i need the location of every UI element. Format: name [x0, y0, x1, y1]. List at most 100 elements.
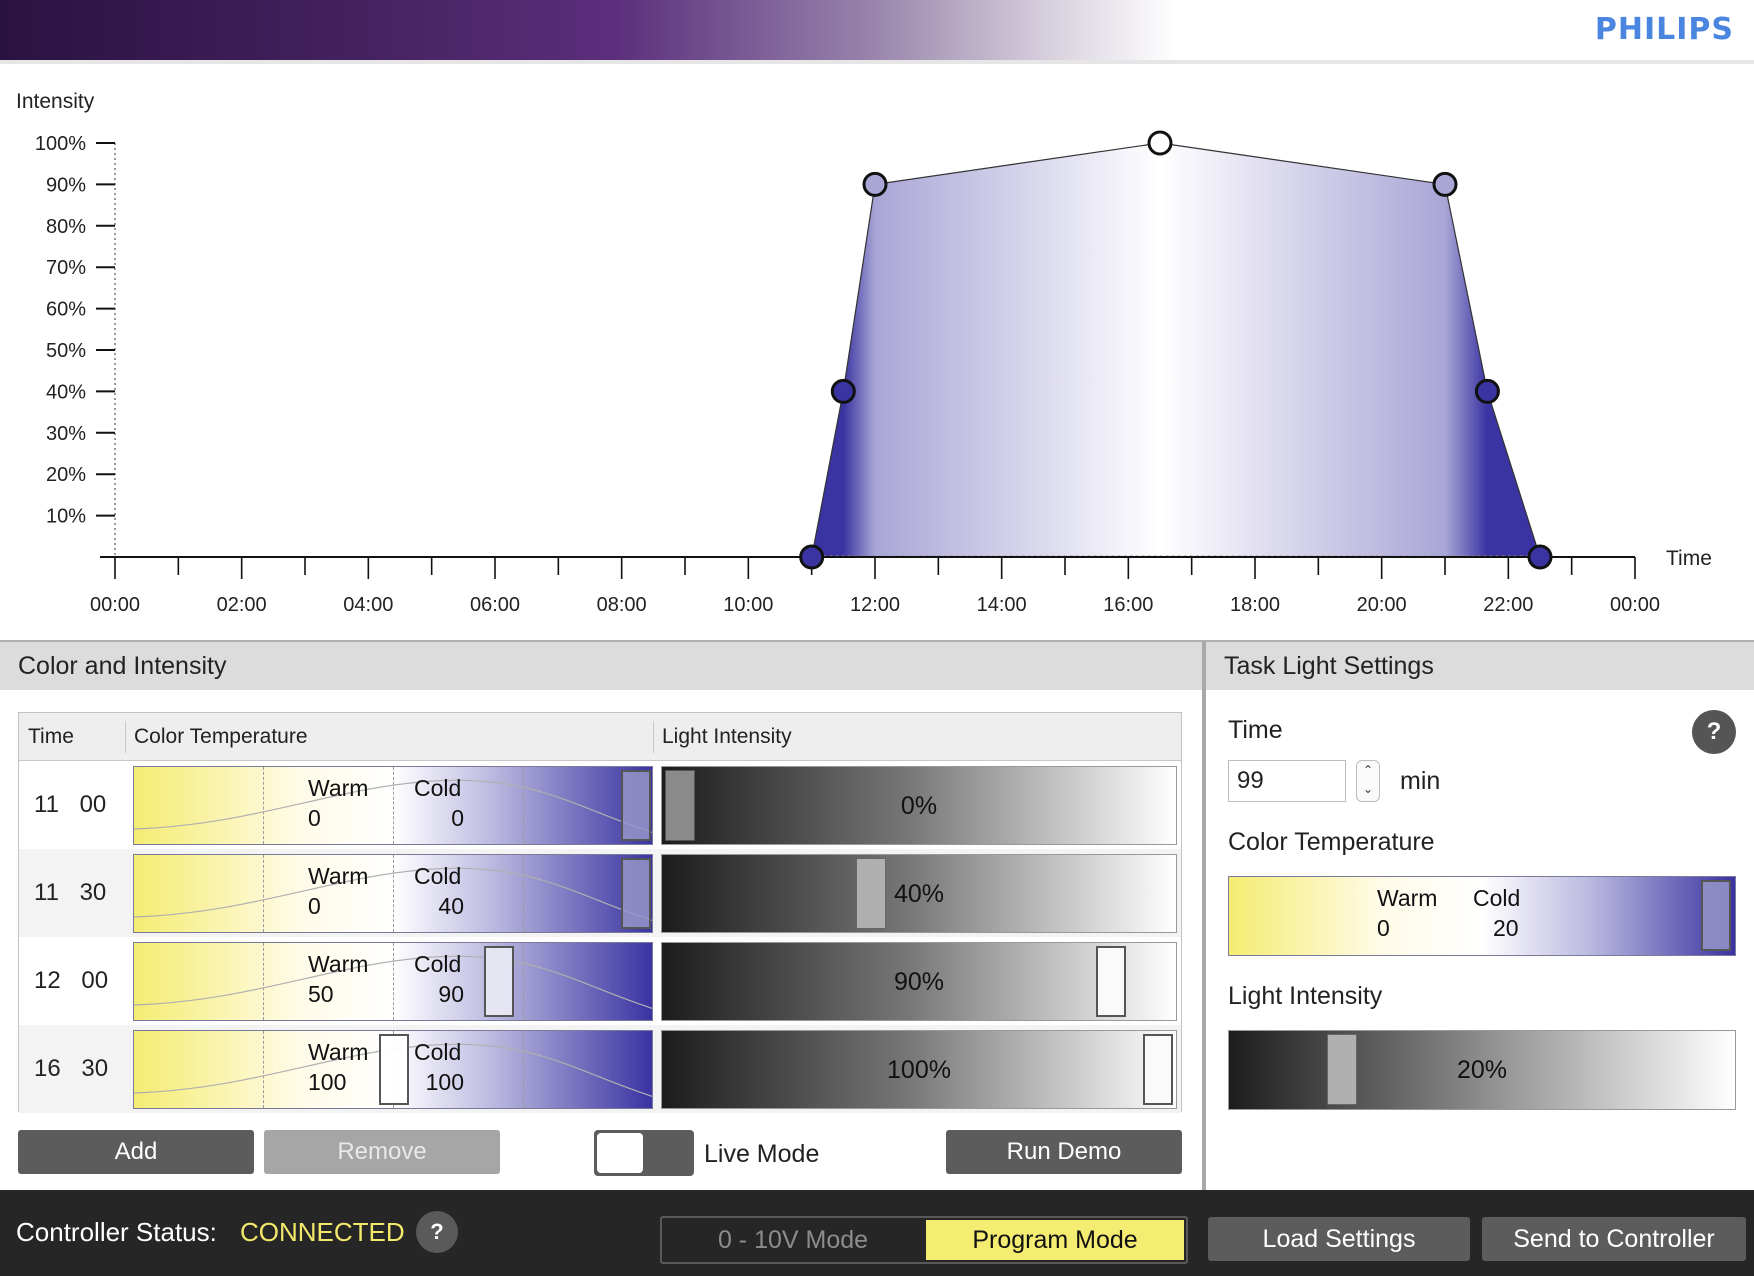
color-temperature-slider[interactable]: Warm 0 Cold 40 — [133, 854, 653, 933]
help-icon[interactable]: ? — [416, 1211, 458, 1253]
x-tick-label: 12:00 — [850, 594, 900, 616]
table-row[interactable]: 11 30 Warm 0 Cold 40 40% — [19, 849, 1181, 937]
color-temperature-slider[interactable]: Warm 0 Cold 0 — [133, 766, 653, 845]
color-intensity-panel: Color and Intensity Time Color Temperatu… — [0, 640, 1202, 1190]
y-tick-label: 70% — [46, 257, 86, 279]
control-point[interactable] — [830, 378, 856, 404]
toggle-knob — [597, 1133, 643, 1173]
temperature-curve — [134, 867, 652, 921]
row-time[interactable]: 12 00 — [34, 937, 108, 1025]
table-row[interactable]: 16 30 Warm 100 Cold 100 100% — [19, 1025, 1181, 1113]
control-point[interactable] — [1527, 544, 1553, 570]
time-label: Time — [1228, 716, 1283, 744]
cold-value: 40 — [438, 893, 464, 919]
help-icon[interactable]: ? — [1692, 710, 1736, 754]
x-tick-label: 20:00 — [1357, 594, 1407, 616]
time-input[interactable]: 99 — [1228, 760, 1346, 802]
light-intensity-slider[interactable]: 40% — [661, 854, 1177, 933]
time-unit: min — [1400, 767, 1441, 795]
warm-label: Warm — [308, 951, 369, 977]
controller-status-label: Controller Status: — [16, 1217, 217, 1247]
y-tick-label: 30% — [46, 423, 86, 445]
light-intensity-slider[interactable]: 100% — [661, 1030, 1177, 1109]
time-stepper[interactable]: ⌃ ⌄ — [1356, 760, 1380, 802]
schedule-table: Time Color Temperature Light Intensity 1… — [18, 712, 1182, 1113]
warm-value: 0 — [308, 893, 321, 919]
mode-segmented-control[interactable]: 0 - 10V Mode Program Mode — [660, 1216, 1188, 1264]
color-temperature-slider[interactable]: Warm 100 Cold 100 — [133, 1030, 653, 1109]
table-row[interactable]: 12 00 Warm 50 Cold 90 90% — [19, 937, 1181, 1025]
mode-10v-button[interactable]: 0 - 10V Mode — [664, 1220, 922, 1260]
slider-thumb[interactable] — [621, 770, 651, 841]
y-tick-label: 10% — [46, 506, 86, 528]
load-settings-button[interactable]: Load Settings — [1208, 1217, 1470, 1261]
light-intensity-slider[interactable]: 0% — [661, 766, 1177, 845]
live-mode-toggle[interactable] — [594, 1130, 694, 1176]
control-point[interactable] — [799, 544, 825, 570]
row-time[interactable]: 11 00 — [34, 761, 106, 849]
intensity-schedule-chart[interactable]: 10% 20% 30% 40% 50% 60% 70% 80% 90% 100% Intensity… — [0, 64, 1754, 640]
temperature-curve — [134, 955, 652, 1009]
stepper-up-icon[interactable]: ⌃ — [1357, 761, 1379, 780]
row-time[interactable]: 16 30 — [34, 1025, 108, 1113]
table-header: Time Color Temperature Light Intensity — [19, 713, 1181, 761]
temperature-curve — [134, 779, 652, 833]
column-header-light-intensity[interactable]: Light Intensity — [653, 713, 792, 761]
slider-thumb[interactable] — [621, 858, 651, 929]
slider-thumb[interactable] — [379, 1034, 409, 1105]
cold-value: 0 — [451, 805, 464, 831]
cold-value: 20 — [1493, 915, 1519, 941]
stepper-down-icon[interactable]: ⌄ — [1357, 780, 1379, 799]
y-tick-label: 60% — [46, 299, 86, 321]
control-point[interactable] — [1432, 171, 1458, 197]
panel-title: Task Light Settings — [1206, 642, 1754, 690]
live-mode-label: Live Mode — [704, 1140, 820, 1168]
slider-thumb[interactable] — [484, 946, 514, 1017]
task-light-settings-panel: Task Light Settings Time ? 99 ⌃ ⌄ min Co… — [1202, 640, 1754, 1190]
y-tick-label: 20% — [46, 464, 86, 486]
warm-label: Warm — [308, 775, 369, 801]
mode-program-button[interactable]: Program Mode — [926, 1220, 1184, 1260]
column-header-color-temperature[interactable]: Color Temperature — [125, 713, 308, 761]
warm-value: 0 — [308, 805, 321, 831]
color-temperature-label: Color Temperature — [1228, 828, 1435, 856]
slider-thumb[interactable] — [1701, 880, 1731, 951]
light-intensity-label: Light Intensity — [1228, 982, 1383, 1010]
run-demo-button[interactable]: Run Demo — [946, 1130, 1182, 1174]
cold-label: Cold — [414, 863, 462, 889]
warm-label: Warm — [308, 863, 369, 889]
row-time[interactable]: 11 30 — [34, 849, 106, 937]
x-tick-label: 16:00 — [1103, 594, 1153, 616]
x-tick-label: 22:00 — [1483, 594, 1533, 616]
intensity-value: 40% — [893, 880, 945, 908]
table-row[interactable]: 11 00 Warm 0 Cold 0 0% — [19, 761, 1181, 849]
x-tick-label: 08:00 — [597, 594, 647, 616]
status-bar: Controller Status: CONNECTED ? 0 - 10V M… — [0, 1190, 1754, 1276]
task-light-intensity-slider[interactable]: 20% — [1228, 1030, 1736, 1110]
y-axis-label: Intensity — [16, 90, 95, 113]
x-tick-label: 10:00 — [723, 594, 773, 616]
light-intensity-slider[interactable]: 90% — [661, 942, 1177, 1021]
control-point[interactable] — [862, 171, 888, 197]
y-tick-label: 40% — [46, 381, 86, 403]
send-to-controller-button[interactable]: Send to Controller — [1482, 1217, 1746, 1261]
control-point[interactable] — [1474, 378, 1500, 404]
y-tick-label: 100% — [35, 133, 86, 155]
x-tick-label: 18:00 — [1230, 594, 1280, 616]
controller-status-value: CONNECTED — [240, 1217, 405, 1247]
color-temperature-slider[interactable]: Warm 50 Cold 90 — [133, 942, 653, 1021]
remove-button[interactable]: Remove — [264, 1130, 500, 1174]
intensity-value: 90% — [893, 968, 945, 996]
cold-label: Cold — [414, 951, 462, 977]
x-tick-label: 04:00 — [343, 594, 393, 616]
warm-label: Warm — [1377, 885, 1438, 911]
brand-logo: PHILIPS — [1594, 12, 1734, 47]
add-button[interactable]: Add — [18, 1130, 254, 1174]
control-point[interactable] — [1147, 130, 1173, 156]
header-gradient-bar — [0, 0, 1754, 60]
intensity-area — [811, 143, 1540, 557]
column-header-time[interactable]: Time — [19, 713, 74, 761]
y-tick-label: 50% — [46, 340, 86, 362]
x-tick-label: 00:00 — [90, 594, 140, 616]
task-color-temperature-slider[interactable]: Warm 0 Cold 20 — [1228, 876, 1736, 956]
